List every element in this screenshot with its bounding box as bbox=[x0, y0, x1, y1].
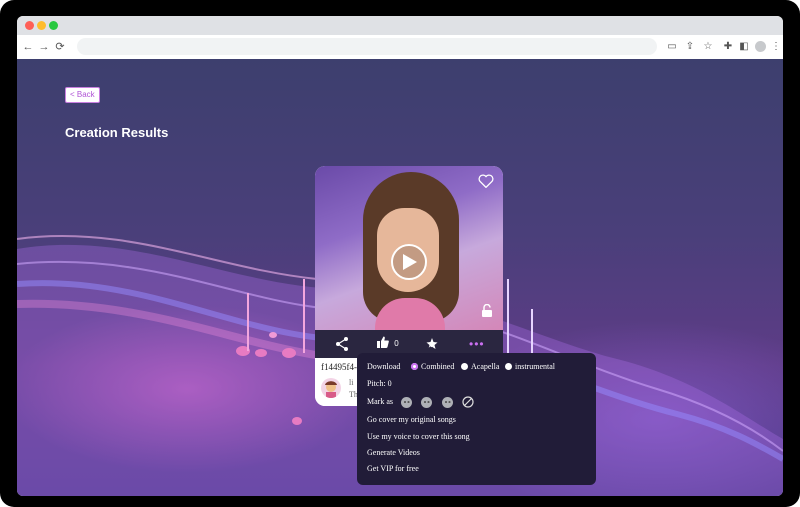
reload-icon[interactable]: ⟳ bbox=[53, 38, 67, 56]
extensions-icon[interactable]: ✚ bbox=[721, 38, 735, 56]
menu-item-use-my-voice[interactable]: Use my voice to cover this song bbox=[367, 430, 470, 444]
user-description: Th bbox=[349, 390, 357, 399]
option-acapella[interactable]: Acapella bbox=[461, 360, 499, 374]
menu-item-cover-original[interactable]: Go cover my original songs bbox=[367, 413, 456, 427]
page-title: Creation Results bbox=[65, 125, 169, 140]
device-frame: ← → ⟳ ▭ ⇪ ☆ ✚ ◧ ⋮ < Back Creation Result… bbox=[0, 0, 800, 507]
option-instrumental[interactable]: instrumental bbox=[505, 360, 555, 374]
forward-arrow-icon[interactable]: → bbox=[37, 38, 51, 56]
avatar-image bbox=[325, 381, 337, 398]
title-bar bbox=[17, 16, 783, 35]
close-window-button[interactable] bbox=[25, 21, 34, 30]
neutral-face-icon[interactable] bbox=[421, 397, 432, 408]
back-arrow-icon[interactable]: ← bbox=[21, 38, 35, 56]
bookmark-page-icon[interactable]: ▭ bbox=[665, 38, 679, 56]
star-icon[interactable]: ☆ bbox=[701, 38, 715, 56]
menu-icon[interactable]: ⋮ bbox=[769, 38, 783, 56]
menu-item-generate-videos[interactable]: Generate Videos bbox=[367, 446, 420, 460]
mark-as-label: Mark as bbox=[367, 397, 393, 406]
minimize-window-button[interactable] bbox=[37, 21, 46, 30]
radio-instrumental[interactable] bbox=[505, 363, 512, 370]
more-options-menu: Download Combined Acapella instrumental … bbox=[357, 353, 596, 485]
sad-face-icon[interactable] bbox=[401, 397, 412, 408]
pitch-label: Pitch: 0 bbox=[367, 379, 392, 388]
side-panel-icon[interactable]: ◧ bbox=[737, 38, 751, 56]
like-count: 0 bbox=[394, 339, 399, 348]
heart-icon[interactable] bbox=[478, 174, 494, 188]
user-name[interactable]: li bbox=[349, 378, 357, 387]
maximize-window-button[interactable] bbox=[49, 21, 58, 30]
download-row: Download Combined Acapella instrumental bbox=[367, 360, 587, 374]
block-icon[interactable] bbox=[462, 396, 474, 408]
address-bar[interactable] bbox=[77, 38, 657, 55]
menu-item-get-vip[interactable]: Get VIP for free bbox=[367, 462, 419, 476]
back-button[interactable]: < Back bbox=[65, 87, 100, 103]
play-icon bbox=[403, 254, 417, 270]
unlock-icon[interactable] bbox=[481, 304, 493, 318]
option-acapella-label: Acapella bbox=[471, 362, 500, 371]
share-icon[interactable]: ⇪ bbox=[683, 38, 697, 56]
magic-wand-icon[interactable] bbox=[425, 334, 439, 354]
page-content: < Back Creation Results 0 ••• f14495f4-6… bbox=[17, 59, 783, 496]
radio-combined[interactable] bbox=[411, 363, 418, 370]
option-combined-label: Combined bbox=[421, 362, 455, 371]
like-button[interactable]: 0 bbox=[377, 334, 399, 354]
mark-as-row: Mark as bbox=[367, 395, 487, 409]
user-avatar[interactable] bbox=[321, 378, 341, 398]
thumbs-up-icon bbox=[377, 336, 389, 348]
more-options-icon[interactable]: ••• bbox=[469, 334, 485, 354]
browser-window: ← → ⟳ ▭ ⇪ ☆ ✚ ◧ ⋮ < Back Creation Result… bbox=[17, 16, 783, 496]
cover-image bbox=[315, 166, 503, 330]
song-id: f14495f4-6 bbox=[321, 362, 361, 372]
option-instrumental-label: instrumental bbox=[515, 362, 555, 371]
download-label: Download bbox=[367, 362, 401, 371]
share-icon[interactable] bbox=[335, 334, 349, 354]
browser-toolbar: ← → ⟳ ▭ ⇪ ☆ ✚ ◧ ⋮ bbox=[17, 35, 783, 60]
profile-icon[interactable] bbox=[755, 41, 766, 52]
angry-face-icon[interactable] bbox=[442, 397, 453, 408]
radio-acapella[interactable] bbox=[461, 363, 468, 370]
play-button[interactable] bbox=[391, 244, 427, 280]
option-combined[interactable]: Combined bbox=[411, 360, 454, 374]
